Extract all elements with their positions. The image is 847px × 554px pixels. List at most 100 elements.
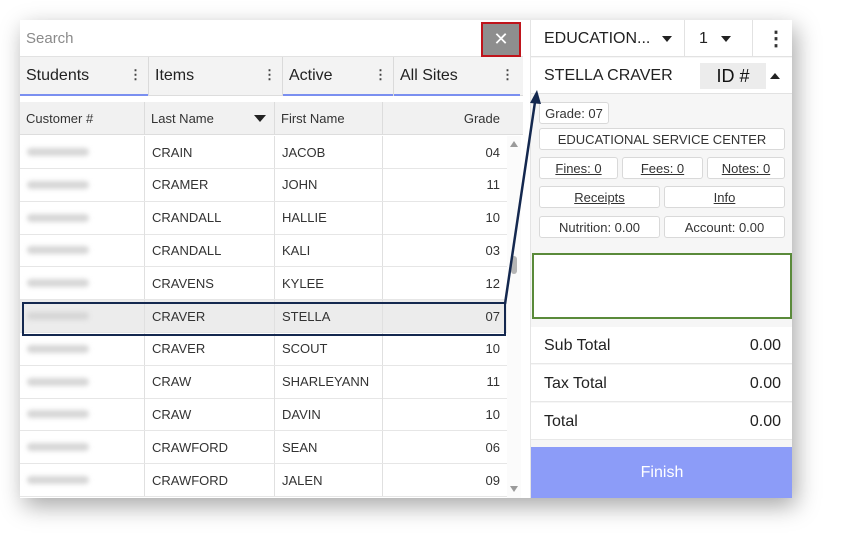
grade-cell: 10 [485,210,500,226]
more-options-icon[interactable]: ⋮ [761,20,791,57]
customer-number-cell [20,168,145,201]
last-name-cell: CRAWFORD [145,431,275,464]
filter-label: Active [289,67,333,84]
table-row[interactable]: CRAVENS KYLEE 12 [20,267,507,301]
item-entry-area[interactable] [532,253,792,319]
filter-label: Items [155,67,195,84]
first-name-cell: JALEN [275,464,383,496]
redacted-customer-number [27,246,89,255]
notes-text[interactable]: Notes: 0 [722,161,770,176]
info-button[interactable]: Info [664,186,785,208]
table-row[interactable]: CRANDALL KALI 03 [20,234,507,268]
finish-button[interactable]: Finish [531,447,792,498]
account-balance: Account: 0.00 [664,216,785,238]
column-header-label: Last Name [151,111,214,126]
collapse-chevron-up-icon[interactable] [770,73,780,79]
student-id-badge: ID # [700,63,766,89]
scroll-up-arrow-icon[interactable] [510,141,518,147]
register-dropdown-label: 1 [699,29,708,47]
kebab-menu-icon[interactable]: ⋮ [263,67,276,83]
sort-descending-icon [254,115,266,122]
tax-total-label: Tax Total [544,374,607,392]
subtotal-label: Sub Total [544,336,611,354]
scroll-thumb[interactable] [511,256,517,274]
column-header-last-name[interactable]: Last Name [145,102,275,135]
customer-number-cell [20,332,145,365]
tax-total-row: Tax Total 0.00 [531,365,792,402]
table-row[interactable]: CRAIN JACOB 04 [20,136,507,169]
kebab-menu-icon[interactable]: ⋮ [129,67,142,83]
subtotal-value: 0.00 [749,336,781,354]
subtotal-row: Sub Total 0.00 [531,327,792,364]
scroll-down-arrow-icon[interactable] [510,486,518,492]
customer-number-cell [20,234,145,267]
fees-link[interactable]: Fees: 0 [622,157,703,179]
redacted-customer-number [27,443,89,452]
first-name-cell: STELLA [275,300,383,332]
close-icon: ✕ [493,29,509,49]
table-row[interactable]: CRAVER STELLA 07 [20,300,507,333]
fines-link[interactable]: Fines: 0 [539,157,618,179]
column-header-grade[interactable]: Grade [383,102,507,135]
first-name-cell: SHARLEYANN [275,365,383,398]
grade-cell: 09 [485,472,500,488]
fees-text[interactable]: Fees: 0 [641,161,684,176]
receipts-button[interactable]: Receipts [539,186,660,208]
search-input[interactable] [20,20,478,57]
site-dropdown-label: EDUCATION... [544,29,651,47]
student-header: STELLA CRAVER ID # [531,58,792,94]
school-badge: EDUCATIONAL SERVICE CENTER [539,128,785,150]
pos-window: ✕ Students ⋮ Items ⋮ Active ⋮ All Sites … [20,20,792,498]
divider [684,20,685,57]
filter-all-sites[interactable]: All Sites ⋮ [394,57,520,96]
register-toolbar: EDUCATION... 1 ⋮ [531,20,792,57]
grade-cell: 03 [485,242,500,258]
clear-search-button[interactable]: ✕ [481,22,521,57]
site-dropdown[interactable]: EDUCATION... [544,20,672,57]
last-name-cell: CRAVER [145,332,275,365]
column-header-label: Customer # [26,111,94,126]
grade-badge: Grade: 07 [539,102,609,124]
redacted-customer-number [27,279,89,288]
customer-number-cell [20,300,145,332]
notes-link[interactable]: Notes: 0 [707,157,785,179]
filter-label: All Sites [400,67,458,84]
table-row[interactable]: CRAW DAVIN 10 [20,398,507,432]
table-row[interactable]: CRANDALL HALLIE 10 [20,201,507,235]
filter-active[interactable]: Active ⋮ [283,57,394,96]
tax-total-value: 0.00 [749,374,781,392]
info-text[interactable]: Info [714,190,736,205]
table-row[interactable]: CRAMER JOHN 11 [20,168,507,202]
first-name-cell: JACOB [275,136,383,168]
total-row: Total 0.00 [531,403,792,440]
last-name-cell: CRAW [145,365,275,398]
first-name-cell: SCOUT [275,332,383,365]
last-name-cell: CRANDALL [145,201,275,234]
filter-items[interactable]: Items ⋮ [149,57,283,95]
column-header-customer[interactable]: Customer # [20,102,145,135]
total-value: 0.00 [749,412,781,430]
search-bar: ✕ [20,20,523,57]
customer-number-cell [20,398,145,431]
first-name-cell: KYLEE [275,267,383,300]
first-name-cell: DAVIN [275,398,383,431]
last-name-cell: CRAVENS [145,267,275,300]
register-dropdown[interactable]: 1 [699,20,739,57]
table-row[interactable]: CRAWFORD JALEN 09 [20,464,507,497]
table-row[interactable]: CRAVER SCOUT 10 [20,332,507,366]
table-row[interactable]: CRAW SHARLEYANN 11 [20,365,507,399]
kebab-menu-icon[interactable]: ⋮ [374,67,387,83]
filter-students[interactable]: Students ⋮ [20,57,149,96]
table-scrollbar[interactable] [507,136,521,498]
grade-cell: 12 [485,275,500,291]
column-header-first-name[interactable]: First Name [275,102,383,135]
kebab-menu-icon[interactable]: ⋮ [501,67,514,83]
redacted-customer-number [27,476,89,484]
table-row[interactable]: CRAWFORD SEAN 06 [20,431,507,465]
grade-cell: 10 [485,341,500,357]
account-text: Account: 0.00 [684,219,765,235]
fines-text[interactable]: Fines: 0 [555,161,601,176]
redacted-customer-number [27,344,89,353]
customer-number-cell [20,201,145,234]
receipts-text[interactable]: Receipts [574,190,625,205]
